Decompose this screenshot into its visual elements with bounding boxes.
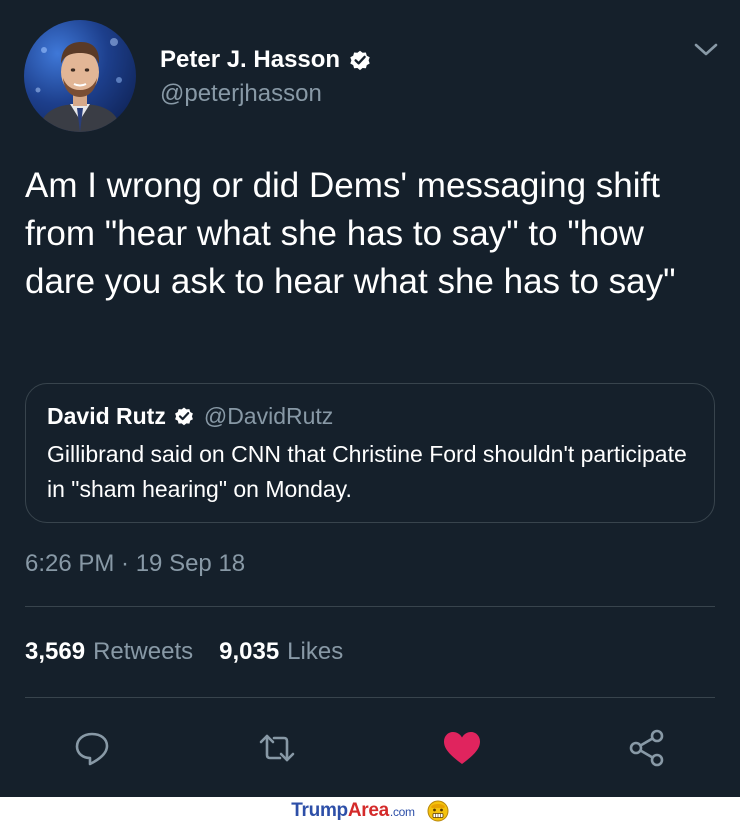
tweet-text: Am I wrong or did Dems' messaging shift …	[25, 166, 676, 301]
quoted-tweet-text: Gillibrand said on CNN that Christine Fo…	[47, 441, 687, 502]
watermark-logo: TrumpArea.com	[291, 799, 415, 822]
verified-badge-icon	[350, 50, 370, 71]
watermark-footer: TrumpArea.com	[0, 797, 740, 824]
share-button[interactable]	[625, 726, 669, 770]
heart-icon	[444, 732, 480, 764]
quoted-tweet[interactable]: David Rutz @DavidRutz Gillibrand said on…	[25, 383, 715, 523]
chevron-down-icon[interactable]	[692, 38, 720, 62]
quoted-tweet-header: David Rutz @DavidRutz	[47, 401, 333, 431]
likes-label[interactable]: Likes	[287, 638, 343, 666]
watermark-text-2: Area	[347, 799, 389, 821]
reply-button[interactable]	[70, 726, 114, 770]
retweets-label[interactable]: Retweets	[93, 638, 193, 666]
verified-badge-icon	[174, 407, 193, 426]
share-icon	[629, 729, 664, 767]
author-name[interactable]: Peter J. Hasson	[160, 46, 340, 74]
reply-icon	[75, 732, 109, 766]
author-avatar[interactable]	[24, 20, 136, 132]
watermark-text-1: Trump	[291, 799, 348, 821]
tweet-timestamp[interactable]: 6:26 PM · 19 Sep 18	[25, 550, 245, 578]
emoji-face-icon	[427, 800, 449, 821]
avatar-image	[35, 38, 122, 132]
like-button[interactable]	[440, 726, 484, 770]
author-handle[interactable]: @peterjhasson	[160, 80, 322, 108]
divider	[25, 606, 715, 607]
likes-count[interactable]: 9,035	[219, 638, 279, 666]
tweet-card: Peter J. Hasson @peterjhasson Am I wrong…	[0, 0, 740, 797]
quoted-author-handle: @DavidRutz	[203, 402, 334, 429]
quoted-author-name: David Rutz	[47, 402, 166, 429]
retweets-count[interactable]: 3,569	[25, 638, 85, 666]
retweet-button[interactable]	[255, 726, 299, 770]
author-name-row[interactable]: Peter J. Hasson	[160, 44, 372, 76]
divider	[25, 697, 715, 698]
retweet-icon	[259, 734, 295, 762]
watermark-text-3: .com	[389, 804, 415, 819]
engagement-stats: 3,569 Retweets 9,035 Likes	[25, 638, 343, 666]
